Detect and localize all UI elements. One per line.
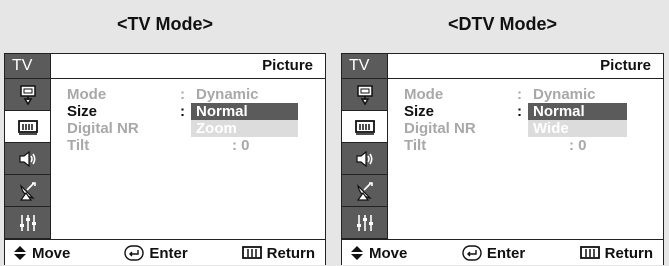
mode-label: Mode xyxy=(67,86,107,103)
menu-row-mode[interactable]: Mode : Dynamic xyxy=(404,86,663,103)
size-colon: : xyxy=(180,103,185,120)
digital-nr-label: Digital NR xyxy=(404,120,476,137)
tv-mode-caption: <TV Mode> xyxy=(116,14,214,34)
side-item-setup[interactable] xyxy=(5,207,50,239)
setup-icon xyxy=(19,214,36,231)
dtv-mode-caption: <DTV Mode> xyxy=(447,14,558,34)
size-option-selected[interactable]: Normal xyxy=(528,103,627,120)
tilt-label: Tilt xyxy=(67,137,90,154)
sound-icon xyxy=(18,150,36,167)
setup-icon xyxy=(356,214,373,231)
enter-label: Enter xyxy=(486,244,526,262)
side-item-channel[interactable] xyxy=(342,175,387,207)
enter-icon xyxy=(124,245,145,261)
size-option-next[interactable]: Zoom xyxy=(191,120,298,137)
return-label: Return xyxy=(266,244,315,262)
footer-move[interactable]: Move xyxy=(350,245,407,262)
tv-tab[interactable]: TV xyxy=(5,54,50,79)
footer-bar: Move Enter Return xyxy=(342,239,663,266)
sound-icon xyxy=(355,150,373,167)
up-down-arrow-icon xyxy=(14,246,26,260)
menu-row-tilt[interactable]: Tilt : 0 xyxy=(404,137,663,154)
enter-label: Enter xyxy=(149,244,188,262)
picture-icon xyxy=(354,119,375,135)
menu-header: Picture xyxy=(387,54,663,79)
side-item-picture[interactable] xyxy=(5,111,50,143)
menu-header: Picture xyxy=(50,54,325,79)
menu-row-mode[interactable]: Mode : Dynamic xyxy=(67,86,325,103)
tilt-value: : 0 xyxy=(569,137,587,154)
footer-return[interactable]: Return xyxy=(241,244,315,262)
mode-label: Mode xyxy=(404,86,444,103)
menu-row-digital-nr[interactable]: Digital NR Wide xyxy=(404,120,663,137)
menu-row-size[interactable]: Size : Normal xyxy=(67,103,325,120)
dtv-mode-osd-panel: TV Picture Mode: Dynamic Size: Normal … xyxy=(341,53,664,265)
size-colon: : xyxy=(517,103,522,120)
side-item-sound[interactable] xyxy=(342,143,387,175)
mode-value: Dynamic xyxy=(533,86,596,103)
size-option-next[interactable]: Wide xyxy=(528,120,627,137)
side-item-setup[interactable] xyxy=(342,207,387,239)
footer-enter[interactable]: Enter xyxy=(124,244,188,262)
move-label: Move xyxy=(32,244,71,262)
move-label: Move xyxy=(369,244,408,262)
size-label: Size xyxy=(67,103,98,120)
side-item-input[interactable] xyxy=(5,79,50,111)
mode-value: Dynamic xyxy=(196,86,259,103)
picture-icon xyxy=(17,119,38,135)
side-item-channel[interactable] xyxy=(5,175,50,207)
menu-return-icon xyxy=(241,246,262,259)
menu-list: Mode : Dynamic Size : Normal Digital NR … xyxy=(404,86,663,154)
enter-icon xyxy=(462,245,482,261)
tilt-value: : 0 xyxy=(232,137,250,154)
tv-mode-osd-panel: TV Picture Mode: Dynamic Size: Normal … xyxy=(4,53,326,265)
footer-enter[interactable]: Enter xyxy=(462,245,525,262)
side-item-sound[interactable] xyxy=(5,143,50,175)
size-option-selected[interactable]: Normal xyxy=(191,103,298,120)
mode-colon: : xyxy=(517,86,522,103)
input-icon xyxy=(356,84,373,105)
footer-move[interactable]: Move xyxy=(13,245,70,262)
footer-return[interactable]: Return xyxy=(579,244,653,262)
menu-row-digital-nr[interactable]: Digital NR Zoom xyxy=(67,120,325,137)
size-label: Size xyxy=(404,103,435,120)
up-down-arrow-icon xyxy=(351,246,363,260)
channel-icon xyxy=(19,181,36,201)
channel-icon xyxy=(356,181,373,201)
mode-colon: : xyxy=(180,86,185,103)
side-item-picture[interactable] xyxy=(342,111,387,143)
menu-row-tilt[interactable]: Tilt : 0 xyxy=(67,137,325,154)
side-menu: TV xyxy=(5,54,51,239)
side-item-input[interactable] xyxy=(342,79,387,111)
digital-nr-label: Digital NR xyxy=(67,120,139,137)
return-label: Return xyxy=(604,244,653,262)
input-icon xyxy=(19,84,36,105)
menu-return-icon xyxy=(579,246,600,259)
tv-tab[interactable]: TV xyxy=(342,54,387,79)
menu-row-size[interactable]: Size : Normal xyxy=(404,103,663,120)
tilt-label: Tilt xyxy=(404,137,427,154)
menu-list: Mode : Dynamic Size : Normal Digital NR … xyxy=(67,86,325,154)
footer-bar: Move Enter Return xyxy=(5,239,325,266)
side-menu: TV xyxy=(342,54,388,239)
